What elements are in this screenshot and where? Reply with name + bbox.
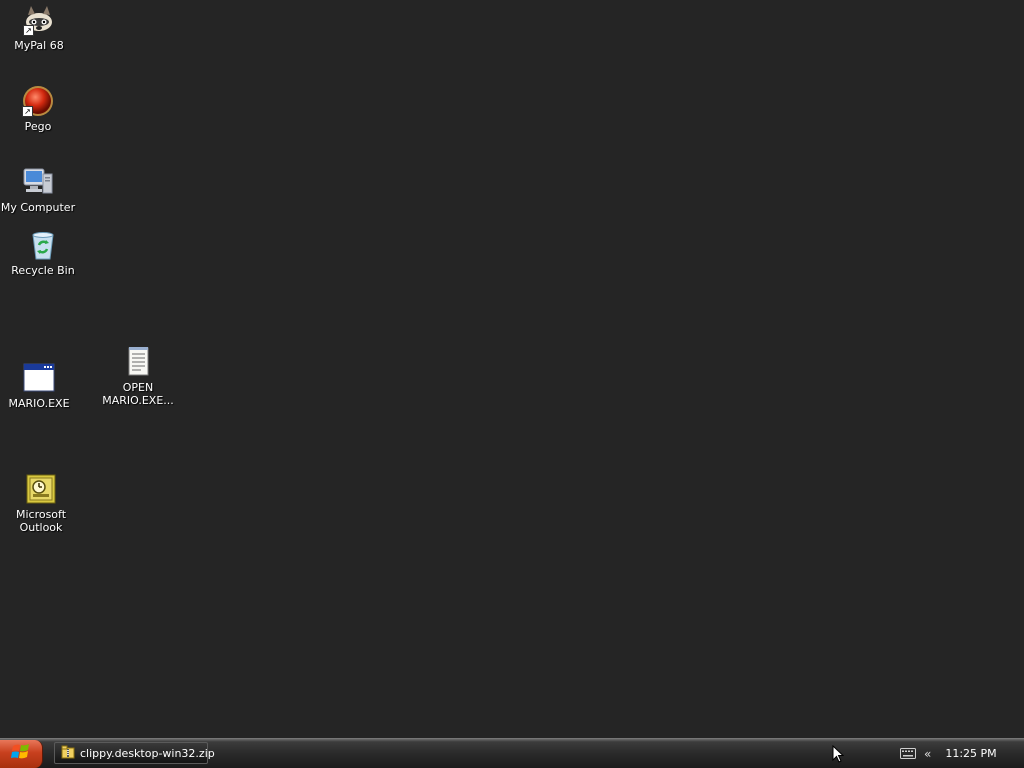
show-hidden-icons-button[interactable]: « <box>924 747 931 761</box>
recycle-bin-icon <box>26 228 60 262</box>
desktop-icon-mypal[interactable]: ↗ MyPal 68 <box>0 3 79 52</box>
zip-folder-icon <box>61 744 75 763</box>
desktop: ↗ MyPal 68 ↗ Pego My Computer Recycle Bi… <box>0 0 1024 738</box>
start-button[interactable] <box>0 740 43 768</box>
clock[interactable]: 11:25 PM <box>945 747 996 760</box>
desktop-icon-label: Recycle Bin <box>11 264 75 277</box>
desktop-icon-label: My Computer <box>0 201 76 214</box>
desktop-icon-label: Microsoft Outlook <box>15 508 67 534</box>
desktop-icon-mario-exe[interactable]: MARIO.EXE <box>0 361 79 410</box>
shortcut-arrow-icon: ↗ <box>23 25 34 36</box>
desktop-icon-label: MARIO.EXE <box>8 397 70 410</box>
taskbar-button-clippy-zip[interactable]: clippy.desktop-win32.zip <box>54 742 215 764</box>
desktop-icon-label: Pego <box>24 120 52 133</box>
outlook-clock-icon <box>24 472 58 506</box>
shortcut-arrow-icon: ↗ <box>22 106 33 117</box>
windows-flag-icon <box>11 743 31 765</box>
computer-icon <box>21 165 55 199</box>
desktop-icon-label: MyPal 68 <box>14 39 64 52</box>
system-tray: « 11:25 PM <box>900 739 1024 768</box>
mouse-cursor-icon <box>832 744 845 767</box>
desktop-icon-pego[interactable]: ↗ Pego <box>0 84 78 133</box>
application-window-icon <box>22 361 56 395</box>
taskbar-button-label: clippy.desktop-win32.zip <box>80 746 215 760</box>
desktop-icon-microsoft-outlook[interactable]: Microsoft Outlook <box>1 472 81 534</box>
taskbar: clippy.desktop-win32.zip « 11:25 PM <box>0 738 1024 768</box>
desktop-icon-label: OPEN MARIO.EXE... <box>102 381 174 407</box>
desktop-icon-my-computer[interactable]: My Computer <box>0 165 78 214</box>
desktop-icon-recycle-bin[interactable]: Recycle Bin <box>3 228 83 277</box>
desktop-icon-open-mario-txt[interactable]: OPEN MARIO.EXE... <box>98 345 178 407</box>
keyboard-icon[interactable] <box>900 744 916 763</box>
raccoon-icon: ↗ <box>22 3 56 37</box>
text-document-icon <box>121 345 155 379</box>
red-orb-icon: ↗ <box>21 84 55 118</box>
